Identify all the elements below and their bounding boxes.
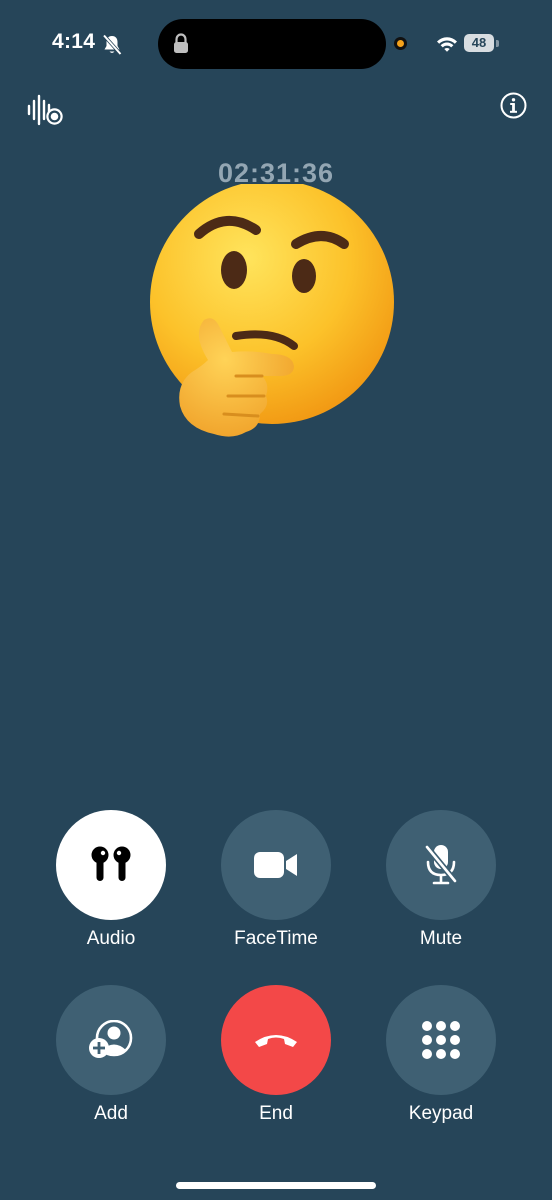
battery-tip (496, 40, 499, 47)
status-time: 4:14 (52, 30, 96, 53)
keypad-button[interactable] (386, 985, 496, 1095)
dynamic-island[interactable] (158, 19, 386, 69)
add-label: Add (94, 1103, 128, 1124)
bell-off-icon (102, 34, 122, 56)
add-person-icon (89, 1020, 133, 1058)
home-indicator[interactable] (176, 1182, 376, 1189)
phone-hangup-icon (255, 1035, 297, 1047)
wifi-icon (437, 37, 457, 52)
mute-button[interactable] (386, 810, 496, 920)
end-call-control[interactable]: End (221, 985, 331, 1125)
video-camera-icon (254, 852, 297, 878)
audio-button[interactable] (56, 810, 166, 920)
add-call-control[interactable]: Add (56, 985, 166, 1125)
add-call-button[interactable] (56, 985, 166, 1095)
thinking-face-emoji-icon (150, 184, 394, 437)
end-call-button[interactable] (221, 985, 331, 1095)
audio-label: Audio (86, 928, 136, 949)
lock-icon (174, 33, 188, 53)
mute-label: Mute (419, 928, 463, 949)
audio-control[interactable]: Audio (56, 810, 166, 950)
live-voicemail-waveform-icon[interactable] (26, 93, 64, 127)
keypad-label: Keypad (408, 1103, 474, 1124)
privacy-indicator-dot (394, 37, 407, 50)
mute-control[interactable]: Mute (386, 810, 496, 950)
microphone-slash-icon (424, 845, 458, 885)
keypad-dots-icon (422, 1021, 460, 1059)
facetime-label: FaceTime (234, 928, 318, 949)
battery-level: 48 (464, 34, 494, 52)
keypad-control[interactable]: Keypad (386, 985, 496, 1125)
facetime-button[interactable] (221, 810, 331, 920)
info-icon[interactable] (500, 92, 527, 119)
facetime-control[interactable]: FaceTime (221, 810, 331, 950)
end-label: End (259, 1103, 293, 1124)
status-bar: 4:14 48 (0, 0, 552, 90)
battery-indicator: 48 (464, 34, 499, 54)
airpods-icon (91, 846, 131, 881)
